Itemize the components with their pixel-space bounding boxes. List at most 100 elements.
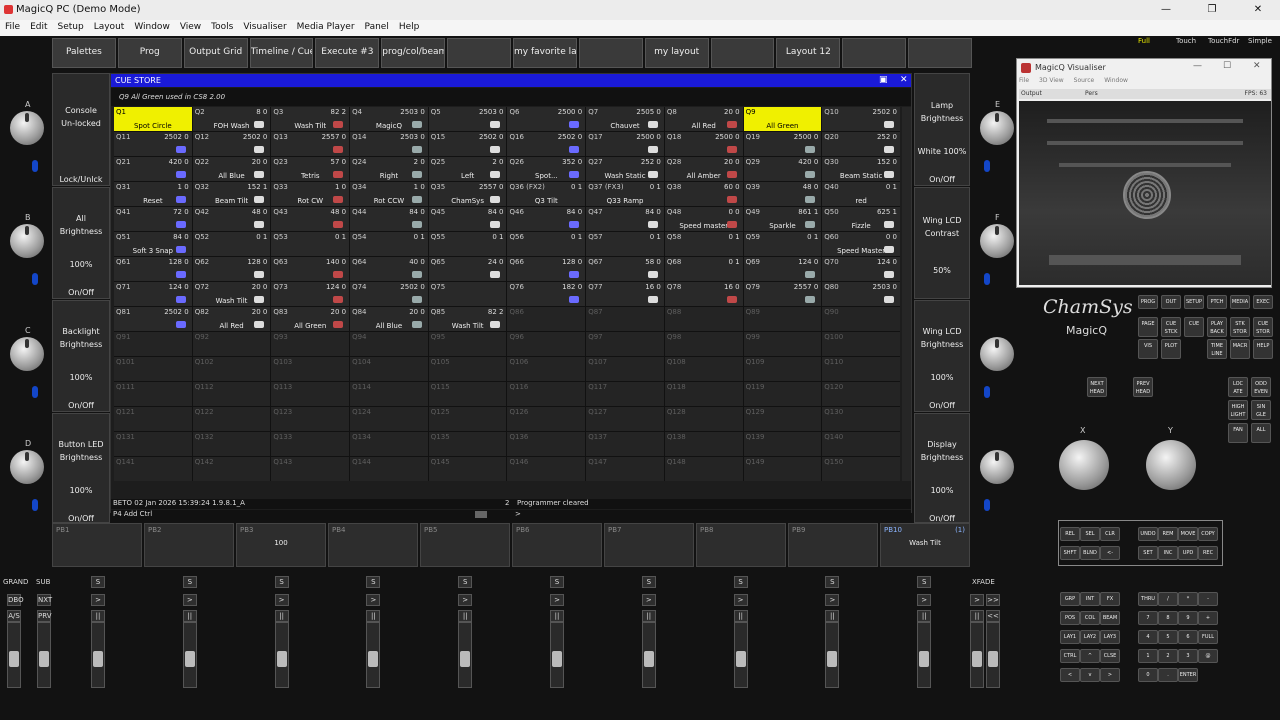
pb7-pause-button[interactable]: || <box>641 610 656 622</box>
key-lay2[interactable]: LAY2 <box>1080 630 1100 644</box>
menu-window[interactable]: Window <box>129 20 175 34</box>
cue-cell[interactable]: Q45 84 0 <box>428 207 507 231</box>
cue-cell[interactable]: Q141 <box>114 457 192 481</box>
cue-cell[interactable]: Q48 0 0 Speed master <box>664 207 743 231</box>
key-stk-stor[interactable]: STK STOR <box>1230 317 1250 337</box>
pb5-fader[interactable] <box>458 622 473 688</box>
encoder-f-knob[interactable] <box>980 224 1014 258</box>
cue-cell[interactable]: Q133 <box>271 432 350 456</box>
cue-cell[interactable]: Q20 252 0 <box>822 132 900 156</box>
playback-window[interactable]: PB10 Wash Tilt (1) <box>880 523 970 567</box>
cue-cell[interactable]: Q32 152 1 Beam Tilt <box>192 182 271 206</box>
cue-cell[interactable]: Q136 <box>507 432 586 456</box>
layout-12-button[interactable]: Layout 12 <box>776 38 841 68</box>
output-grid-button[interactable]: Output Grid <box>183 38 248 68</box>
encoder-h-knob[interactable] <box>980 450 1014 484</box>
pb10-go-button[interactable]: S <box>917 576 932 588</box>
cue-cell[interactable]: Q78 16 0 <box>664 282 743 306</box>
playback-window[interactable]: PB8 <box>696 523 786 567</box>
cue-cell[interactable]: Q58 0 1 <box>664 232 743 256</box>
cue-cell[interactable]: Q34 1 0 Rot CCW <box>350 182 428 206</box>
pb4-play-button[interactable]: > <box>366 594 381 606</box>
cue-cell[interactable]: Q123 <box>271 407 350 431</box>
x-encoder-knob[interactable] <box>1059 440 1109 490</box>
cue-cell[interactable]: Q57 0 1 <box>586 232 664 256</box>
window-size-icon[interactable]: ▣ <box>879 75 888 86</box>
cue-cell[interactable]: Q62 128 0 <box>192 257 271 281</box>
mode-simple-button[interactable]: Simple <box>1248 36 1272 46</box>
key-v[interactable]: v <box>1080 668 1100 682</box>
cue-cell[interactable]: Q36 (FX2) 0 1 Q3 Tilt <box>507 182 586 206</box>
pb3-play-button[interactable]: > <box>274 594 289 606</box>
playback-window[interactable]: PB6 <box>512 523 602 567</box>
pb9-play-button[interactable]: > <box>825 594 840 606</box>
cue-cell[interactable]: Q64 40 0 <box>350 257 428 281</box>
cue-cell[interactable]: Q5 2503 0 <box>428 107 507 131</box>
cue-cell[interactable]: Q25 2 0 Left <box>428 157 507 181</box>
cue-cell[interactable]: Q80 2503 0 <box>822 282 900 306</box>
key-0[interactable]: 0 <box>1138 668 1158 682</box>
pb1-pause-button[interactable]: || <box>91 610 105 622</box>
cue-cell[interactable]: Q106 <box>507 357 586 381</box>
key--[interactable]: @ <box>1198 649 1218 663</box>
key-time-line[interactable]: TIME LINE <box>1207 339 1227 359</box>
cue-cell[interactable]: Q82 20 0 All Red <box>192 307 271 331</box>
cue-cell[interactable]: Q100 <box>822 332 900 356</box>
cue-cell[interactable]: Q46 84 0 <box>507 207 586 231</box>
vis-menu-3dview[interactable]: 3D View <box>1039 77 1064 84</box>
cue-cell[interactable]: Q127 <box>586 407 664 431</box>
wing-lcd-brightness-panel[interactable]: Wing LCD Brightness 100% On/Off <box>914 300 970 412</box>
cue-cell[interactable]: Q70 124 0 <box>822 257 900 281</box>
key-clse[interactable]: CLSE <box>1100 649 1120 663</box>
sub-master-fader[interactable] <box>37 622 51 688</box>
cue-cell[interactable]: Q21 420 0 <box>114 157 192 181</box>
vis-menu-source[interactable]: Source <box>1074 77 1095 84</box>
cue-cell[interactable]: Q145 <box>428 457 507 481</box>
close-button[interactable]: ✕ <box>1236 2 1280 18</box>
pb4-pause-button[interactable]: || <box>366 610 381 622</box>
menu-file[interactable]: File <box>0 20 25 34</box>
pb7-play-button[interactable]: > <box>641 594 656 606</box>
pb1-go-button[interactable]: S <box>91 576 105 588</box>
key-loc-ate[interactable]: LOC ATE <box>1228 377 1248 397</box>
menu-edit[interactable]: Edit <box>25 20 52 34</box>
playback-window[interactable]: PB9 <box>788 523 878 567</box>
as-button[interactable]: A/S <box>7 610 21 622</box>
key--[interactable]: + <box>1198 611 1218 625</box>
cue-cell[interactable]: Q140 <box>822 432 900 456</box>
cue-cell[interactable]: Q14 2503 0 <box>350 132 428 156</box>
cue-cell[interactable]: Q38 60 0 <box>664 182 743 206</box>
key-int[interactable]: INT <box>1080 592 1100 606</box>
key--[interactable]: - <box>1198 592 1218 606</box>
cue-cell[interactable]: Q144 <box>350 457 428 481</box>
encoder-g-knob[interactable] <box>980 337 1014 371</box>
cue-cell[interactable]: Q90 <box>822 307 900 331</box>
cue-cell[interactable]: Q51 84 0 Soft 3 Snap <box>114 232 192 256</box>
cue-cell[interactable]: Q28 20 0 All Amber <box>664 157 743 181</box>
key-lay3[interactable]: LAY3 <box>1100 630 1120 644</box>
pb3-go-button[interactable]: S <box>274 576 289 588</box>
cue-cell[interactable]: Q102 <box>192 357 271 381</box>
all-brightness-panel[interactable]: All Brightness 100% On/Off <box>52 187 110 299</box>
cue-cell[interactable]: Q39 48 0 <box>743 182 822 206</box>
key-enter[interactable]: ENTER <box>1178 668 1198 682</box>
key-prev-head[interactable]: PREV HEAD <box>1133 377 1153 397</box>
cue-cell[interactable]: Q83 20 0 All Green <box>271 307 350 331</box>
cue-cell[interactable]: Q142 <box>192 457 271 481</box>
cue-cell[interactable]: Q135 <box>428 432 507 456</box>
key--[interactable]: ^ <box>1080 649 1100 663</box>
key-prog[interactable]: PROG <box>1138 295 1158 309</box>
pb7-fader[interactable] <box>641 622 656 688</box>
playback-window[interactable]: PB3 100 <box>236 523 326 567</box>
cue-cell[interactable]: Q94 <box>350 332 428 356</box>
key-media[interactable]: MEDIA <box>1230 295 1250 309</box>
cue-cell[interactable]: Q54 0 1 <box>350 232 428 256</box>
cue-cell[interactable]: Q104 <box>350 357 428 381</box>
y-encoder-knob[interactable] <box>1146 440 1196 490</box>
pb6-go-button[interactable]: S <box>550 576 564 588</box>
layout-button-13[interactable] <box>842 38 907 68</box>
cue-cell[interactable]: Q92 <box>192 332 271 356</box>
cue-cell[interactable]: Q146 <box>507 457 586 481</box>
playback-window[interactable]: PB2 <box>144 523 234 567</box>
cue-cell[interactable]: Q55 0 1 <box>428 232 507 256</box>
